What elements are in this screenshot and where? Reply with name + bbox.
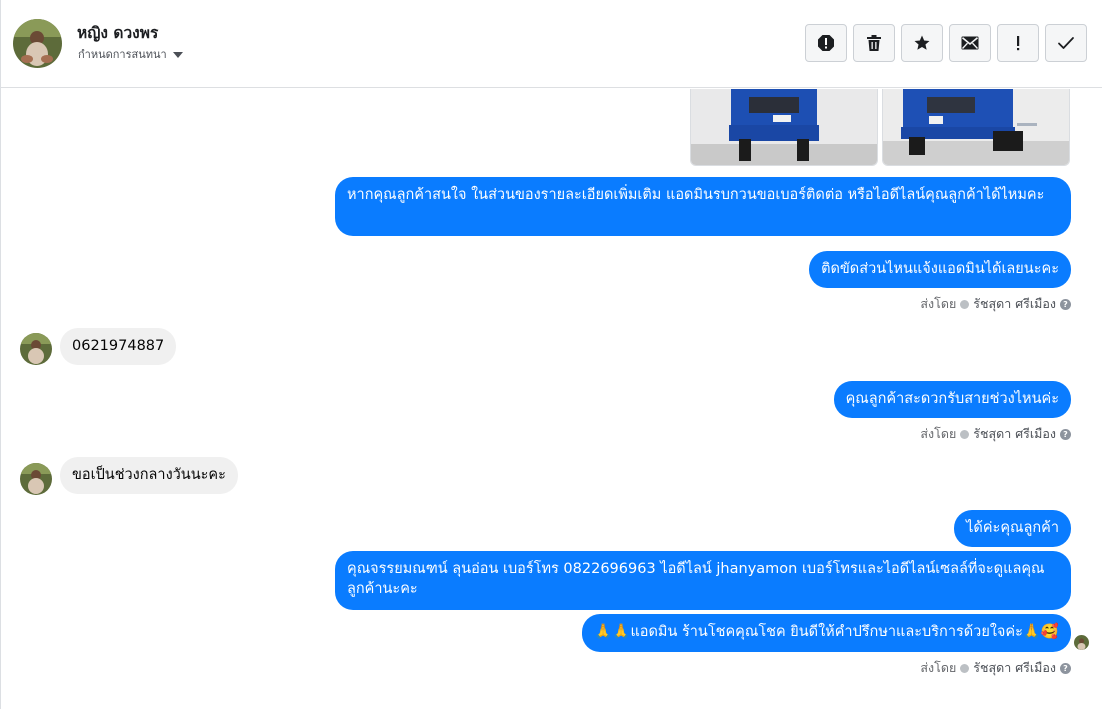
mark-done-button[interactable]	[1045, 24, 1087, 62]
outgoing-message[interactable]: คุณจรรยมณฑน์ ลุนอ่อน เบอร์โทร 0822696963…	[335, 551, 1071, 610]
seen-by-avatar	[1074, 635, 1089, 650]
assign-label: กำหนดการสนทนา	[78, 48, 167, 61]
contact-avatar[interactable]	[13, 19, 62, 68]
contact-avatar-small	[20, 463, 52, 495]
outgoing-message[interactable]: คุณลูกค้าสะดวกรับสายช่วงไหนค่ะ	[833, 381, 1071, 418]
star-button[interactable]	[901, 24, 943, 62]
photo-attachments	[690, 89, 1070, 166]
sent-by-agent[interactable]: รัชสุดา ศรีเมือง	[973, 658, 1056, 678]
inbox-conversation: หญิง ดวงพร กำหนดการสนทนา หากคุณลูกค้าสนใ…	[0, 0, 1102, 709]
sent-by-label: ส่งโดย รัชสุดา ศรีเมือง ?	[920, 658, 1071, 678]
follow-up-button[interactable]	[997, 24, 1039, 62]
checkmark-icon	[1058, 37, 1074, 49]
car-photo-rear[interactable]	[882, 89, 1070, 166]
sent-by-prefix: ส่งโดย	[920, 426, 957, 441]
mark-spam-button[interactable]	[805, 24, 847, 62]
sent-by-label: ส่งโดย รัชสุดา ศรีเมือง ?	[920, 294, 1071, 314]
help-icon[interactable]: ?	[1060, 428, 1071, 440]
outgoing-message[interactable]: ติดขัดส่วนไหนแจ้งแอดมินได้เลยนะคะ	[809, 251, 1071, 288]
spam-alert-icon	[818, 35, 834, 51]
car-photo-front[interactable]	[690, 89, 878, 166]
agent-status-icon	[960, 663, 970, 673]
outgoing-message[interactable]: 🙏🙏แอดมิน ร้านโชคคุณโชค ยินดีให้คำปรึกษาแ…	[582, 614, 1071, 652]
outgoing-message[interactable]: หากคุณลูกค้าสนใจ ในส่วนของรายละเอียดเพิ่…	[335, 177, 1071, 236]
incoming-message[interactable]: ขอเป็นช่วงกลางวันนะคะ	[60, 457, 238, 494]
sent-by-agent[interactable]: รัชสุดา ศรีเมือง	[973, 294, 1056, 314]
incoming-message[interactable]: 0621974887	[60, 328, 177, 365]
sent-by-label: ส่งโดย รัชสุดา ศรีเมือง ?	[920, 424, 1071, 444]
caret-down-icon	[172, 51, 183, 58]
sent-by-prefix: ส่งโดย	[920, 296, 957, 311]
trash-icon	[867, 35, 881, 51]
outgoing-message[interactable]: ได้ค่ะคุณลูกค้า	[954, 510, 1071, 547]
mark-unread-button[interactable]	[949, 24, 991, 62]
agent-status-icon	[960, 429, 970, 439]
delete-button[interactable]	[853, 24, 895, 62]
message-thread: หากคุณลูกค้าสนใจ ในส่วนของรายละเอียดเพิ่…	[1, 89, 1102, 709]
sent-by-agent[interactable]: รัชสุดา ศรีเมือง	[973, 424, 1056, 444]
star-icon	[914, 35, 930, 50]
envelope-icon	[961, 36, 979, 50]
help-icon[interactable]: ?	[1060, 298, 1071, 310]
sent-by-prefix: ส่งโดย	[920, 660, 957, 675]
conversation-header: หญิง ดวงพร กำหนดการสนทนา	[1, 0, 1102, 88]
follow-up-icon	[1017, 36, 1020, 51]
conversation-toolbar	[805, 24, 1087, 62]
assign-conversation-dropdown[interactable]: กำหนดการสนทนา	[78, 45, 183, 63]
help-icon[interactable]: ?	[1060, 662, 1071, 674]
contact-avatar-small	[20, 333, 52, 365]
agent-status-icon	[960, 299, 970, 309]
contact-name: หญิง ดวงพร	[77, 24, 159, 42]
